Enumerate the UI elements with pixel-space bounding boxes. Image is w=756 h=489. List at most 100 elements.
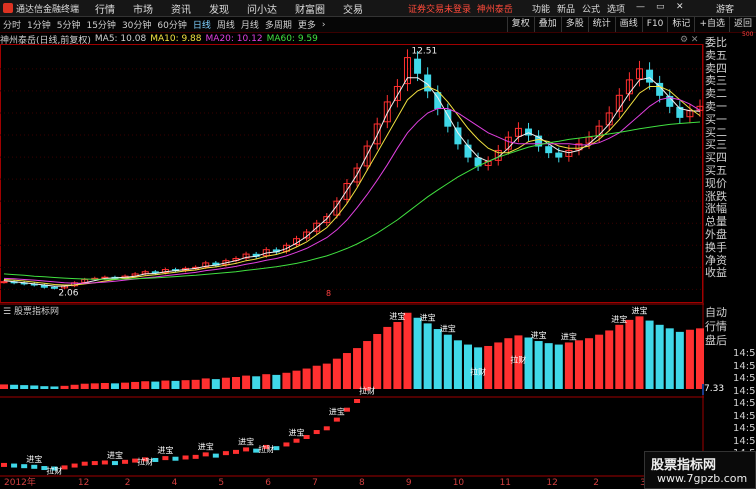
ind1-bar-31 xyxy=(312,365,321,389)
date-tick-11: 12 xyxy=(546,478,557,487)
ind1-bar-14 xyxy=(141,381,150,389)
side-label-6: 买一 xyxy=(705,112,727,126)
ind1-bar-29 xyxy=(292,370,301,389)
tool-draw-line[interactable]: 画线 xyxy=(614,17,642,32)
ind2-bar-1 xyxy=(11,463,18,468)
ind1-bar-1 xyxy=(10,384,19,389)
menu-item-wealth[interactable]: 财富圈 xyxy=(295,1,325,16)
ind1-label-4: 进宝 xyxy=(631,305,647,315)
tab-intraday[interactable]: 分时 xyxy=(0,18,24,31)
trade-login-notice[interactable]: 证券交易未登录 神州泰岳 xyxy=(408,2,513,15)
ind1-bar-8 xyxy=(80,383,89,389)
tool-back[interactable]: 返回 xyxy=(728,17,756,32)
side-time-7: 14:56 xyxy=(733,435,756,447)
ind2-bar-38 xyxy=(384,361,391,366)
ind1-bar-34 xyxy=(342,353,351,389)
tab-more[interactable]: 更多 xyxy=(295,18,319,31)
tool-add-watchlist[interactable]: +自选 xyxy=(694,17,729,32)
candle-body-46 xyxy=(464,144,472,158)
tab-weekly[interactable]: 周线 xyxy=(214,18,238,31)
ind1-bar-45 xyxy=(453,340,462,389)
tab-multi-period[interactable]: 多周期 xyxy=(262,18,295,31)
side-label-4: 卖二 xyxy=(705,87,727,101)
menu-item-ask[interactable]: 问小达 xyxy=(247,1,277,16)
ind2-bar-17 xyxy=(172,456,179,461)
menu-item-discover[interactable]: 发现 xyxy=(209,1,229,16)
ind2-bar-12 xyxy=(122,459,129,464)
ind2-label-0: 进宝 xyxy=(26,454,42,464)
candle-body-64 xyxy=(646,69,654,83)
tool-restore-rights[interactable]: 复权 xyxy=(506,17,534,32)
ind2-bar-10 xyxy=(101,460,108,465)
ind1-bar-69 xyxy=(696,328,704,389)
menu-item-news[interactable]: 资讯 xyxy=(171,1,191,16)
ind1-bar-65 xyxy=(655,324,664,389)
ind1-bar-67 xyxy=(675,331,684,389)
ind2-bar-31 xyxy=(313,430,320,435)
ind1-bar-18 xyxy=(181,380,190,389)
minimize-icon[interactable]: — xyxy=(636,2,645,12)
tab-60min[interactable]: 60分钟 xyxy=(154,18,189,31)
ind1-bar-16 xyxy=(161,380,170,389)
ind1-bar-32 xyxy=(322,363,331,389)
ind2-bar-29 xyxy=(293,438,300,443)
menu-item-quotes[interactable]: 行情 xyxy=(95,1,115,16)
candle-body-41 xyxy=(414,58,422,74)
app-logo-icon xyxy=(3,3,13,13)
user-guest[interactable]: 游客 xyxy=(716,2,734,15)
ind1-bar-40 xyxy=(403,312,412,389)
ind1-bar-64 xyxy=(645,320,654,389)
side-label-9: 买四 xyxy=(705,151,727,165)
ind1-bar-66 xyxy=(665,328,674,389)
ind1-bar-11 xyxy=(110,383,119,389)
side-lower-0[interactable]: 自动 xyxy=(705,307,727,319)
ind2-label-6: 进宝 xyxy=(329,407,345,417)
side-time-4: 14:56 xyxy=(733,398,756,409)
ind1-bar-13 xyxy=(131,381,140,389)
ind1-bar-68 xyxy=(685,329,694,389)
menu-item-market[interactable]: 市场 xyxy=(133,1,153,16)
tool-f10[interactable]: F10 xyxy=(641,17,668,32)
menu-bar: 通达信金融终端 行情 市场 资讯 发现 问小达 财富圈 交易 证券交易未登录 神… xyxy=(0,0,756,17)
side-label-10: 买五 xyxy=(705,164,727,177)
tool-statistics[interactable]: 统计 xyxy=(587,17,615,32)
indicator-1-bars xyxy=(0,312,704,389)
tool-overlay[interactable]: 叠加 xyxy=(533,17,561,32)
menu-new[interactable]: 新品 xyxy=(557,2,575,15)
ind1-bar-44 xyxy=(443,334,452,389)
chart-area[interactable]: 2.003.004.005.006.007.008.009.0010.0011.… xyxy=(0,44,704,487)
tab-30min[interactable]: 30分钟 xyxy=(119,18,154,31)
ind1-bar-19 xyxy=(191,379,200,389)
ind1-bar-56 xyxy=(564,342,573,389)
side-time-3: 14:56 xyxy=(733,385,756,397)
ind1-bar-57 xyxy=(574,340,583,389)
ind2-bar-19 xyxy=(192,454,199,459)
ind1-bar-27 xyxy=(272,374,281,389)
candle-body-54 xyxy=(545,146,553,154)
tab-5min[interactable]: 5分钟 xyxy=(54,18,84,31)
side-label-3: 卖三 xyxy=(705,74,727,88)
menu-options[interactable]: 选项 xyxy=(607,2,625,15)
tab-monthly[interactable]: 月线 xyxy=(238,18,262,31)
ind2-bar-21 xyxy=(212,453,219,458)
side-lower-2[interactable]: 盘后 xyxy=(705,335,727,347)
chevron-right-icon[interactable]: › xyxy=(319,20,329,30)
menu-item-trade[interactable]: 交易 xyxy=(343,1,363,16)
date-tick-0: 2012年 xyxy=(4,476,36,487)
tab-15min[interactable]: 15分钟 xyxy=(83,18,118,31)
tab-daily[interactable]: 日线 xyxy=(190,18,214,31)
side-lower-1[interactable]: 行情 xyxy=(705,321,727,333)
menu-formula[interactable]: 公式 xyxy=(582,2,600,15)
tool-mark[interactable]: 标记 xyxy=(667,17,694,32)
ind2-bar-20 xyxy=(202,452,209,457)
ind2-bar-22 xyxy=(222,451,229,456)
menu-function[interactable]: 功能 xyxy=(532,2,550,15)
ind1-bar-21 xyxy=(211,379,220,389)
maximize-icon[interactable]: ▭ xyxy=(656,2,665,12)
close-icon[interactable]: ✕ xyxy=(676,2,684,12)
tab-1min[interactable]: 1分钟 xyxy=(24,18,54,31)
ind1-bar-42 xyxy=(423,323,432,389)
tool-multi-stock[interactable]: 多股 xyxy=(560,17,588,32)
date-tick-3: 4 xyxy=(172,478,178,487)
date-tick-8: 9 xyxy=(406,478,412,487)
